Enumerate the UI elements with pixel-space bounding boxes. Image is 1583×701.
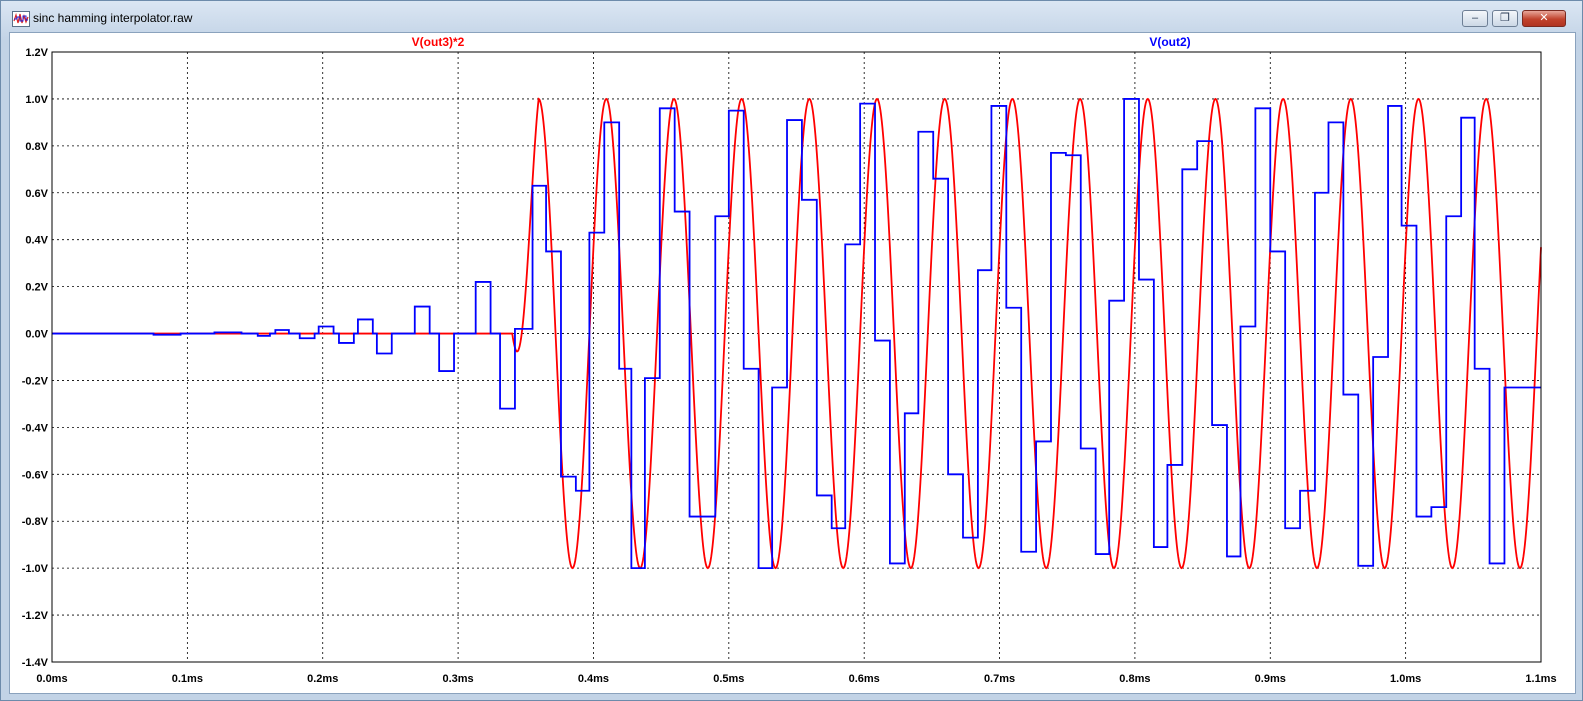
legend-out2[interactable]: V(out2) bbox=[1149, 35, 1190, 49]
x-tick-label: 0.1ms bbox=[172, 673, 203, 685]
x-tick-label: 0.6ms bbox=[849, 673, 880, 685]
x-tick-label: 0.4ms bbox=[578, 673, 609, 685]
y-tick-label: 0.8V bbox=[25, 141, 48, 153]
x-tick-label: 0.2ms bbox=[307, 673, 338, 685]
x-tick-label: 0.0ms bbox=[36, 673, 67, 685]
y-tick-label: -1.2V bbox=[22, 610, 49, 622]
x-axis-tick-labels: 0.0ms 0.1ms 0.2ms 0.3ms 0.4ms 0.5ms 0.6ms 0.7ms… bbox=[36, 673, 1556, 685]
y-tick-label: 1.2V bbox=[25, 47, 48, 59]
y-tick-label: -0.4V bbox=[22, 422, 49, 434]
y-tick-label: 1.0V bbox=[25, 94, 48, 106]
minimize-button[interactable]: – bbox=[1462, 10, 1488, 27]
y-tick-label: 0.6V bbox=[25, 188, 48, 200]
plot-pane[interactable]: 1.2V 1.0V 0.8V 0.6V 0.4V 0.2V 0.0V -0.2V -0.4V -0… bbox=[9, 32, 1576, 694]
y-tick-label: -0.6V bbox=[22, 469, 49, 481]
grid-layer bbox=[52, 52, 1541, 662]
legend-out3[interactable]: V(out3)*2 bbox=[412, 35, 465, 49]
x-tick-label: 0.7ms bbox=[984, 673, 1015, 685]
restore-button[interactable]: ❐ bbox=[1492, 10, 1518, 27]
y-tick-label: 0.2V bbox=[25, 282, 48, 294]
y-axis-tick-labels: 1.2V 1.0V 0.8V 0.6V 0.4V 0.2V 0.0V -0.2V -0.4V -0… bbox=[22, 47, 49, 669]
waveform-viewer-icon bbox=[12, 11, 30, 27]
window-title: sinc hamming interpolator.raw bbox=[33, 11, 193, 25]
x-tick-label: 0.3ms bbox=[442, 673, 473, 685]
y-tick-label: 0.4V bbox=[25, 235, 48, 247]
legend-layer: V(out3)*2 V(out2) bbox=[412, 35, 1191, 49]
y-tick-label: 0.0V bbox=[25, 329, 48, 341]
x-tick-label: 0.5ms bbox=[713, 673, 744, 685]
y-tick-label: -0.8V bbox=[22, 516, 49, 528]
y-tick-label: -1.4V bbox=[22, 657, 49, 669]
x-tick-label: 0.9ms bbox=[1255, 673, 1286, 685]
waveform-chart[interactable]: 1.2V 1.0V 0.8V 0.6V 0.4V 0.2V 0.0V -0.2V -0.4V -0… bbox=[10, 33, 1575, 693]
close-button[interactable]: ✕ bbox=[1522, 10, 1566, 27]
plot-frame bbox=[51, 51, 1542, 663]
x-tick-label: 1.0ms bbox=[1390, 673, 1421, 685]
y-tick-label: -0.2V bbox=[22, 375, 49, 387]
y-tick-label: -1.0V bbox=[22, 563, 49, 575]
x-tick-label: 0.8ms bbox=[1119, 673, 1150, 685]
x-tick-label: 1.1ms bbox=[1525, 673, 1556, 685]
waveform-window: sinc hamming interpolator.raw – ❐ ✕ 1.2V… bbox=[0, 0, 1583, 701]
